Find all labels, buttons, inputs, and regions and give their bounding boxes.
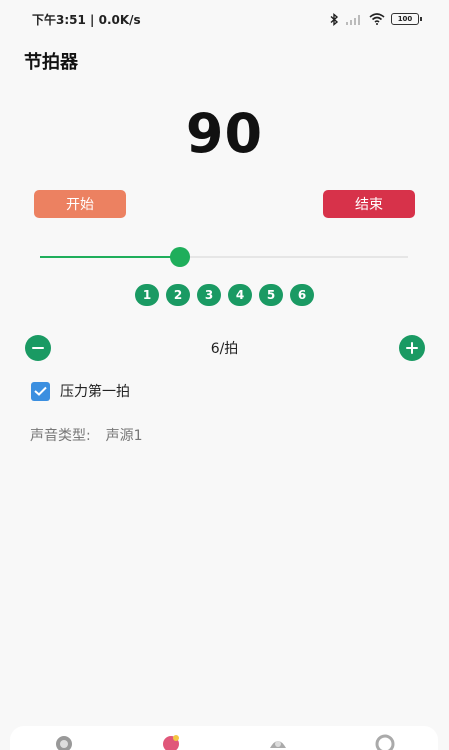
status-icons: 100 [330, 12, 422, 26]
sound-type-row[interactable]: 声音类型: 声源1 [30, 425, 143, 445]
stop-button[interactable]: 结束 [323, 190, 415, 218]
start-button[interactable]: 开始 [34, 190, 126, 218]
nav-tab-1[interactable] [51, 732, 77, 750]
signal-icon [346, 15, 360, 25]
bpm-display: 90 [185, 102, 264, 165]
accent-first-beat-row[interactable]: 压力第一拍 [31, 381, 130, 401]
wifi-icon [369, 13, 385, 25]
slider-thumb[interactable] [169, 247, 190, 267]
bluetooth-icon [330, 12, 339, 26]
bottom-nav [10, 726, 438, 750]
beat-indicator: 5 [259, 284, 283, 306]
status-separator: | [90, 12, 99, 27]
page-title: 节拍器 [24, 52, 78, 73]
network-speed: 0.0K/s [98, 12, 141, 27]
increase-beats-button[interactable] [399, 335, 425, 361]
tempo-slider[interactable] [40, 247, 408, 267]
check-icon [34, 386, 47, 396]
plus-icon [405, 341, 419, 355]
battery-icon: 100 [391, 13, 422, 25]
nav-tab-3[interactable] [265, 732, 291, 750]
nav-icon-2 [162, 735, 179, 750]
beat-indicator: 3 [197, 284, 221, 306]
beat-indicator: 6 [290, 284, 314, 306]
slider-fill [40, 256, 180, 258]
beat-indicator: 1 [135, 284, 159, 306]
beats-per-measure: 6/拍 [210, 341, 239, 357]
beat-indicators: 123456 [0, 284, 449, 306]
sound-type-label: 声音类型: [30, 428, 91, 444]
nav-tab-2[interactable] [158, 732, 184, 750]
nav-tab-4[interactable] [372, 732, 398, 750]
status-bar: 下午3:51 | 0.0K/s 100 [0, 0, 449, 38]
accent-label: 压力第一拍 [60, 384, 130, 400]
sound-type-value[interactable]: 声源1 [106, 428, 143, 444]
status-left: 下午3:51 | 0.0K/s [32, 11, 141, 28]
beat-indicator: 4 [228, 284, 252, 306]
nav-icon-3 [269, 741, 286, 748]
nav-icon-1 [55, 736, 72, 750]
nav-icon-4 [375, 734, 394, 750]
accent-checkbox[interactable] [31, 381, 50, 401]
beat-indicator: 2 [166, 284, 190, 306]
status-time: 下午3:51 [32, 12, 86, 27]
